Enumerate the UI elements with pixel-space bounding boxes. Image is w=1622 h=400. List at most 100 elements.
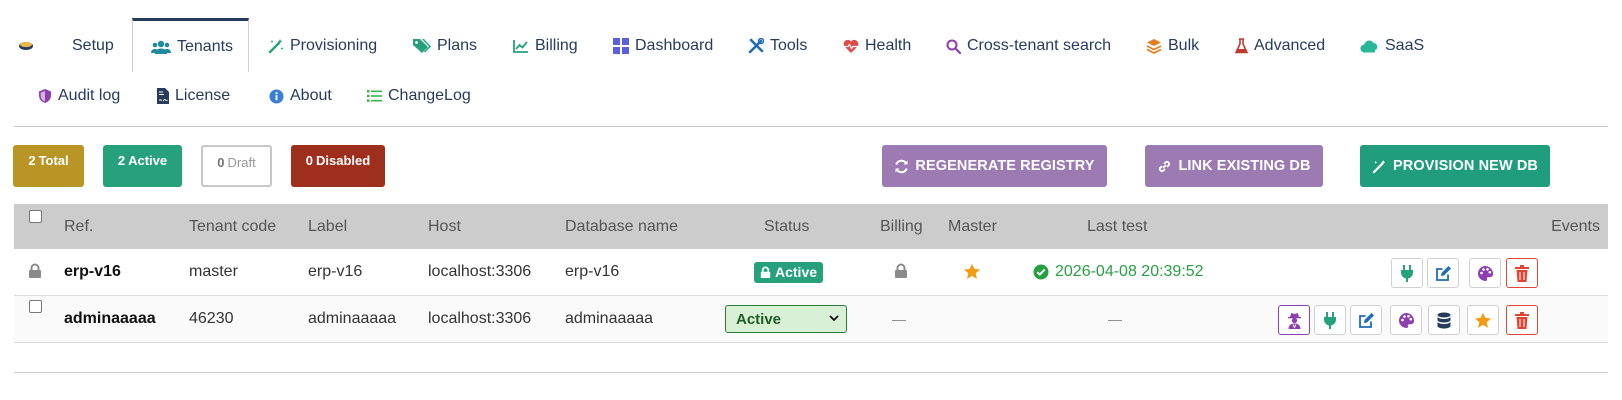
magic-wand-icon — [1372, 159, 1386, 173]
header-tenant-code[interactable]: Tenant code — [189, 204, 276, 249]
test-connection-button[interactable] — [1314, 305, 1346, 335]
tab-license[interactable]: License — [157, 70, 230, 122]
header-last-test[interactable]: Last test — [1087, 204, 1147, 249]
header-host[interactable]: Host — [428, 204, 461, 249]
tab-label: Tools — [770, 37, 808, 54]
cell-tenant-code: 46230 — [189, 310, 234, 327]
tab-label: License — [175, 87, 231, 104]
provision-new-db-button[interactable]: PROVISION NEW DB — [1360, 145, 1550, 187]
tab-label: Plans — [437, 37, 478, 54]
header-status[interactable]: Status — [764, 204, 809, 249]
tab-health[interactable]: Health — [843, 20, 911, 72]
tab-cross-tenant-search[interactable]: Cross-tenant search — [946, 20, 1111, 72]
tab-label: SaaS — [1385, 37, 1425, 54]
cell-label: erp-v16 — [308, 263, 363, 280]
active-badge[interactable]: 2 Active — [103, 145, 182, 187]
badge-count: 0 — [217, 155, 225, 170]
tab-label: Audit log — [58, 87, 121, 104]
header-label[interactable]: Label — [308, 204, 347, 249]
status-label: Active — [775, 264, 818, 280]
set-master-button[interactable] — [1467, 305, 1499, 335]
tab-changelog[interactable]: ChangeLog — [367, 70, 471, 122]
delete-button[interactable] — [1506, 305, 1538, 335]
draft-badge[interactable]: 0 Draft — [201, 145, 272, 187]
file-contract-icon — [157, 88, 169, 104]
header-ref[interactable]: Ref. — [64, 204, 93, 249]
trash-icon — [1515, 311, 1529, 329]
link-existing-db-button[interactable]: LINK EXISTING DB — [1145, 145, 1323, 187]
tab-logo[interactable] — [18, 20, 34, 72]
last-test-cell: 2026-04-08 20:39:52 — [1033, 249, 1204, 295]
master-star-icon — [964, 263, 980, 279]
tab-label: Setup — [72, 37, 114, 54]
tab-label: Tenants — [177, 37, 234, 55]
impersonate-button[interactable] — [1278, 305, 1310, 335]
cell-ref[interactable]: erp-v16 — [64, 249, 121, 295]
tab-label: ChangeLog — [388, 87, 471, 104]
star-icon — [1475, 312, 1491, 328]
chevron-down-icon — [829, 315, 839, 322]
tab-plans[interactable]: Plans — [412, 20, 477, 72]
tab-advanced[interactable]: Advanced — [1235, 20, 1325, 72]
bottom-divider — [14, 372, 1608, 373]
tab-saas[interactable]: SaaS — [1360, 20, 1424, 72]
badge-count: 0 — [305, 153, 314, 168]
table-row: erp-v16 master erp-v16 localhost:3306 er… — [14, 249, 1608, 296]
regenerate-registry-button[interactable]: REGENERATE REGISTRY — [882, 145, 1107, 187]
tab-tools[interactable]: Tools — [748, 20, 807, 72]
header-master[interactable]: Master — [948, 204, 997, 249]
line-chart-icon — [513, 40, 528, 53]
tab-label: Provisioning — [290, 37, 378, 54]
edit-icon — [1435, 265, 1451, 281]
tab-provisioning[interactable]: Provisioning — [268, 20, 377, 72]
delete-button[interactable] — [1506, 258, 1538, 288]
badge-label: Total — [38, 153, 69, 168]
cell-host: localhost:3306 — [428, 310, 532, 327]
edit-button[interactable] — [1350, 305, 1382, 335]
theme-button[interactable] — [1390, 305, 1422, 335]
billing-lock-icon — [895, 263, 907, 278]
edit-icon — [1358, 312, 1374, 328]
theme-button[interactable] — [1469, 258, 1501, 288]
header-database[interactable]: Database name — [565, 204, 678, 249]
badge-label: Disabled — [316, 153, 371, 168]
row-checkbox[interactable] — [29, 300, 42, 313]
edit-button[interactable] — [1427, 258, 1459, 288]
plug-icon — [1324, 311, 1336, 329]
tab-audit-log[interactable]: Audit log — [38, 70, 120, 122]
tab-label: Cross-tenant search — [967, 37, 1112, 54]
lock-icon — [29, 263, 41, 278]
badge-count: 2 — [28, 153, 36, 168]
table-header: Ref. Tenant code Label Host Database nam… — [14, 204, 1608, 249]
total-badge[interactable]: 2 Total — [13, 145, 84, 187]
shield-icon — [39, 89, 51, 103]
tab-bulk[interactable]: Bulk — [1146, 20, 1199, 72]
tab-label: Health — [865, 37, 912, 54]
tab-label: About — [290, 87, 332, 104]
tab-dashboard[interactable]: Dashboard — [613, 20, 713, 72]
tabs-divider — [14, 126, 1608, 127]
sync-icon — [895, 159, 909, 173]
main-tabs: Setup Tenants Provisioning Plans Billing — [0, 0, 1622, 127]
select-all-checkbox[interactable] — [29, 210, 42, 223]
layers-icon — [1146, 39, 1162, 54]
tab-about[interactable]: About — [269, 70, 332, 122]
test-connection-button[interactable] — [1391, 258, 1423, 288]
users-icon — [151, 40, 171, 54]
status-select[interactable]: Active — [725, 305, 847, 333]
database-button[interactable] — [1428, 305, 1460, 335]
button-label: LINK EXISTING DB — [1178, 158, 1311, 174]
trash-icon — [1515, 264, 1529, 282]
header-billing[interactable]: Billing — [880, 204, 923, 249]
tags-icon — [413, 39, 431, 53]
tab-label: Billing — [535, 37, 578, 54]
disabled-badge[interactable]: 0 Disabled — [291, 145, 385, 187]
user-secret-icon — [1287, 312, 1301, 329]
table-row: adminaaaaa 46230 adminaaaaa localhost:33… — [14, 296, 1608, 343]
tab-billing[interactable]: Billing — [513, 20, 578, 72]
badge-label: Active — [128, 153, 168, 168]
status-select-value: Active — [736, 310, 782, 328]
cell-ref[interactable]: adminaaaaa — [64, 296, 156, 342]
tab-tenants[interactable]: Tenants — [132, 18, 249, 72]
tab-setup[interactable]: Setup — [72, 20, 114, 72]
